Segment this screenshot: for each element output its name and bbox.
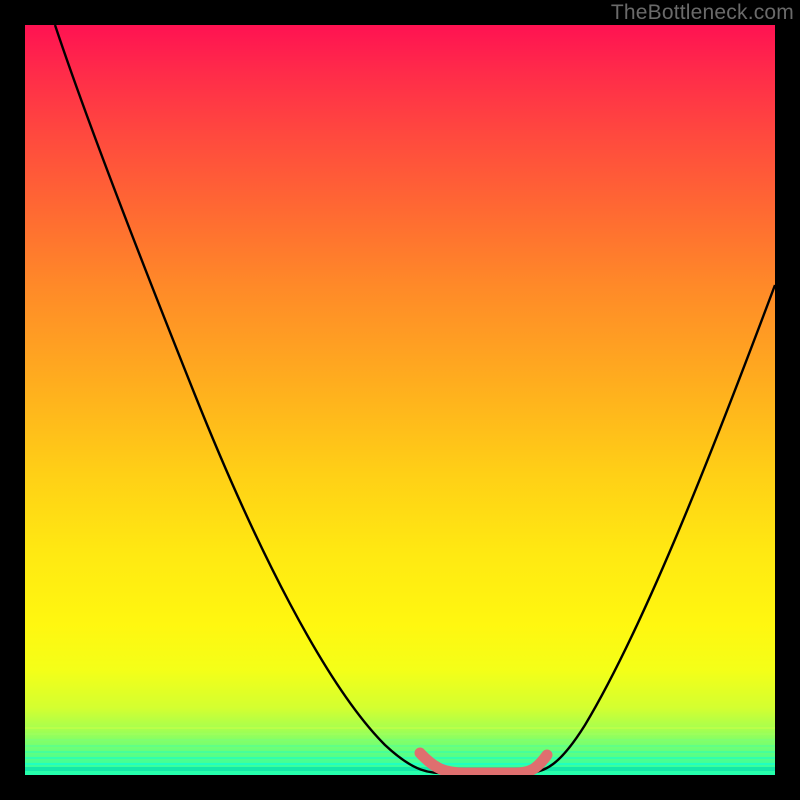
watermark-text: TheBottleneck.com bbox=[611, 1, 794, 25]
plot-area bbox=[25, 25, 775, 775]
optimal-zone-highlight bbox=[420, 753, 547, 773]
curve-svg bbox=[25, 25, 775, 775]
chart-frame: TheBottleneck.com bbox=[0, 0, 800, 800]
bottleneck-curve bbox=[55, 25, 775, 773]
